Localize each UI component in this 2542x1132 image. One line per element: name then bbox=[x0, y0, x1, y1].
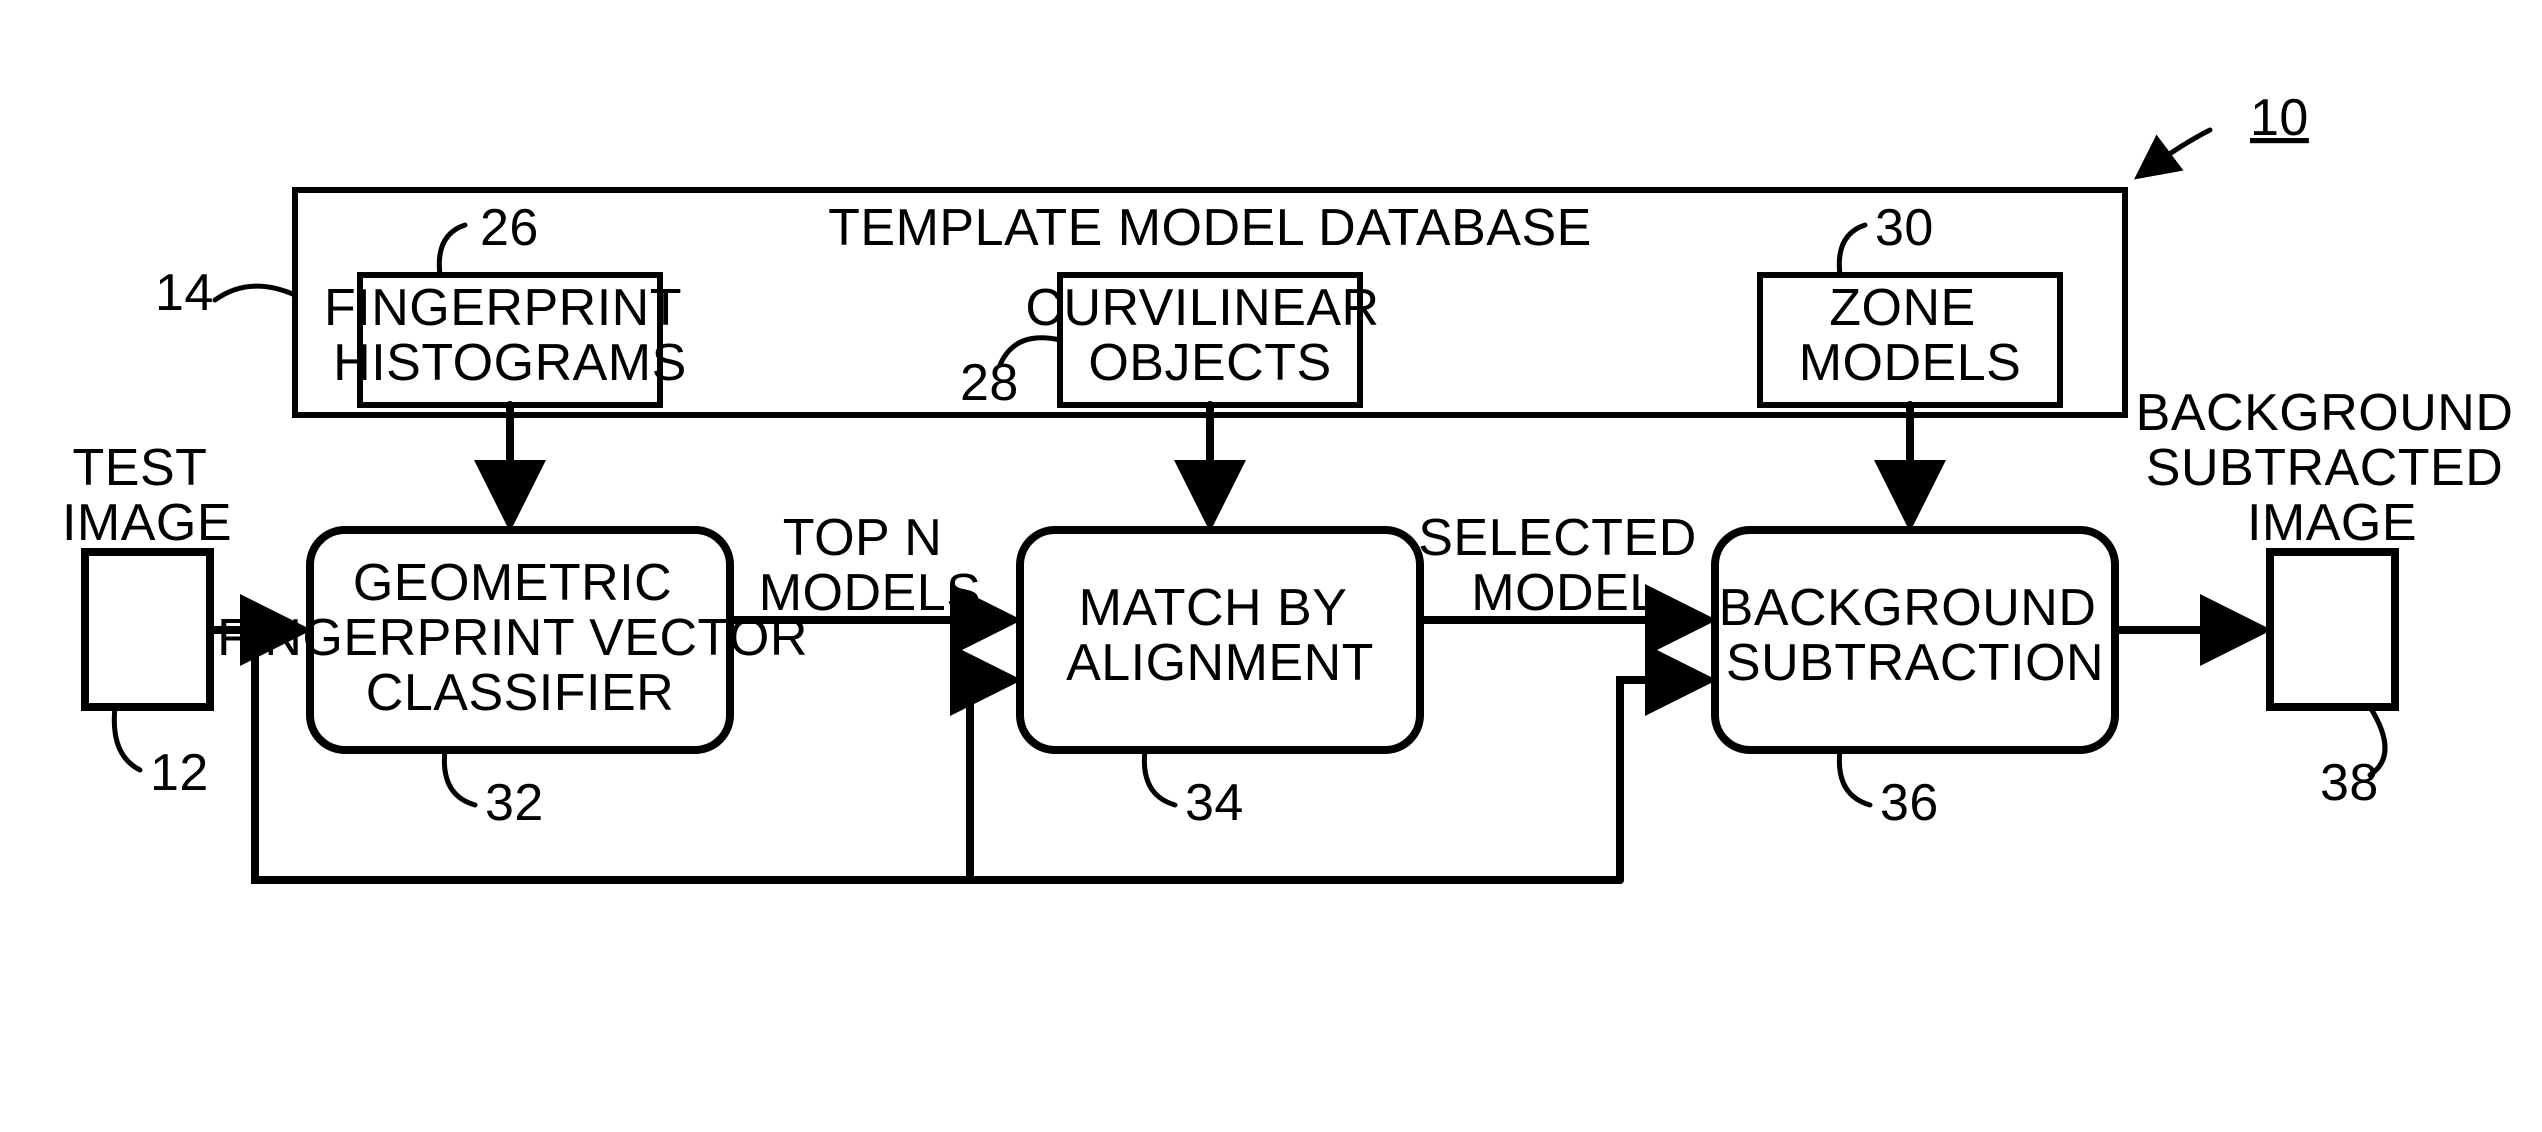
match-label: MATCH BY ALIGNMENT bbox=[1066, 579, 1374, 692]
curvilinear-ref: 28 bbox=[960, 354, 1019, 412]
zone-label: ZONE MODELS bbox=[1799, 279, 2022, 392]
subtract-box: BACKGROUND SUBTRACTION 36 bbox=[1715, 530, 2115, 832]
diagram-ref-label: 10 bbox=[2250, 89, 2309, 147]
fingerprint-ref: 26 bbox=[480, 199, 539, 257]
output-image-label: BACKGROUND SUBTRACTED IMAGE bbox=[2136, 384, 2529, 552]
match-box: MATCH BY ALIGNMENT 34 bbox=[1020, 530, 1420, 832]
edge-selected-label: SELECTED MODEL bbox=[1418, 509, 1711, 622]
arrow-bus-to-subtract bbox=[1620, 680, 1705, 880]
output-image-ref: 38 bbox=[2320, 754, 2379, 812]
classifier-box: GEOMETRIC FINGERPRINT VECTOR CLASSIFIER … bbox=[217, 530, 823, 832]
arrow-bus-to-match bbox=[970, 680, 1010, 880]
classifier-ref: 32 bbox=[485, 774, 544, 832]
database-ref: 14 bbox=[155, 264, 214, 322]
database-title: TEMPLATE MODEL DATABASE bbox=[828, 199, 1592, 257]
zone-ref: 30 bbox=[1875, 199, 1934, 257]
diagram-ref-10: 10 bbox=[2140, 89, 2309, 175]
edge-top-n-label: TOP N MODELS bbox=[759, 509, 982, 622]
subtract-label: BACKGROUND SUBTRACTION bbox=[1719, 579, 2112, 692]
test-image-box: TEST IMAGE 12 bbox=[62, 439, 232, 802]
output-image-box: BACKGROUND SUBTRACTED IMAGE 38 bbox=[2136, 384, 2529, 812]
fingerprint-label: FINGERPRINT HISTOGRAMS bbox=[324, 279, 696, 392]
subtract-ref: 36 bbox=[1880, 774, 1939, 832]
test-image-label: TEST IMAGE bbox=[62, 439, 232, 552]
match-ref: 34 bbox=[1185, 774, 1244, 832]
test-image-ref: 12 bbox=[150, 744, 209, 802]
